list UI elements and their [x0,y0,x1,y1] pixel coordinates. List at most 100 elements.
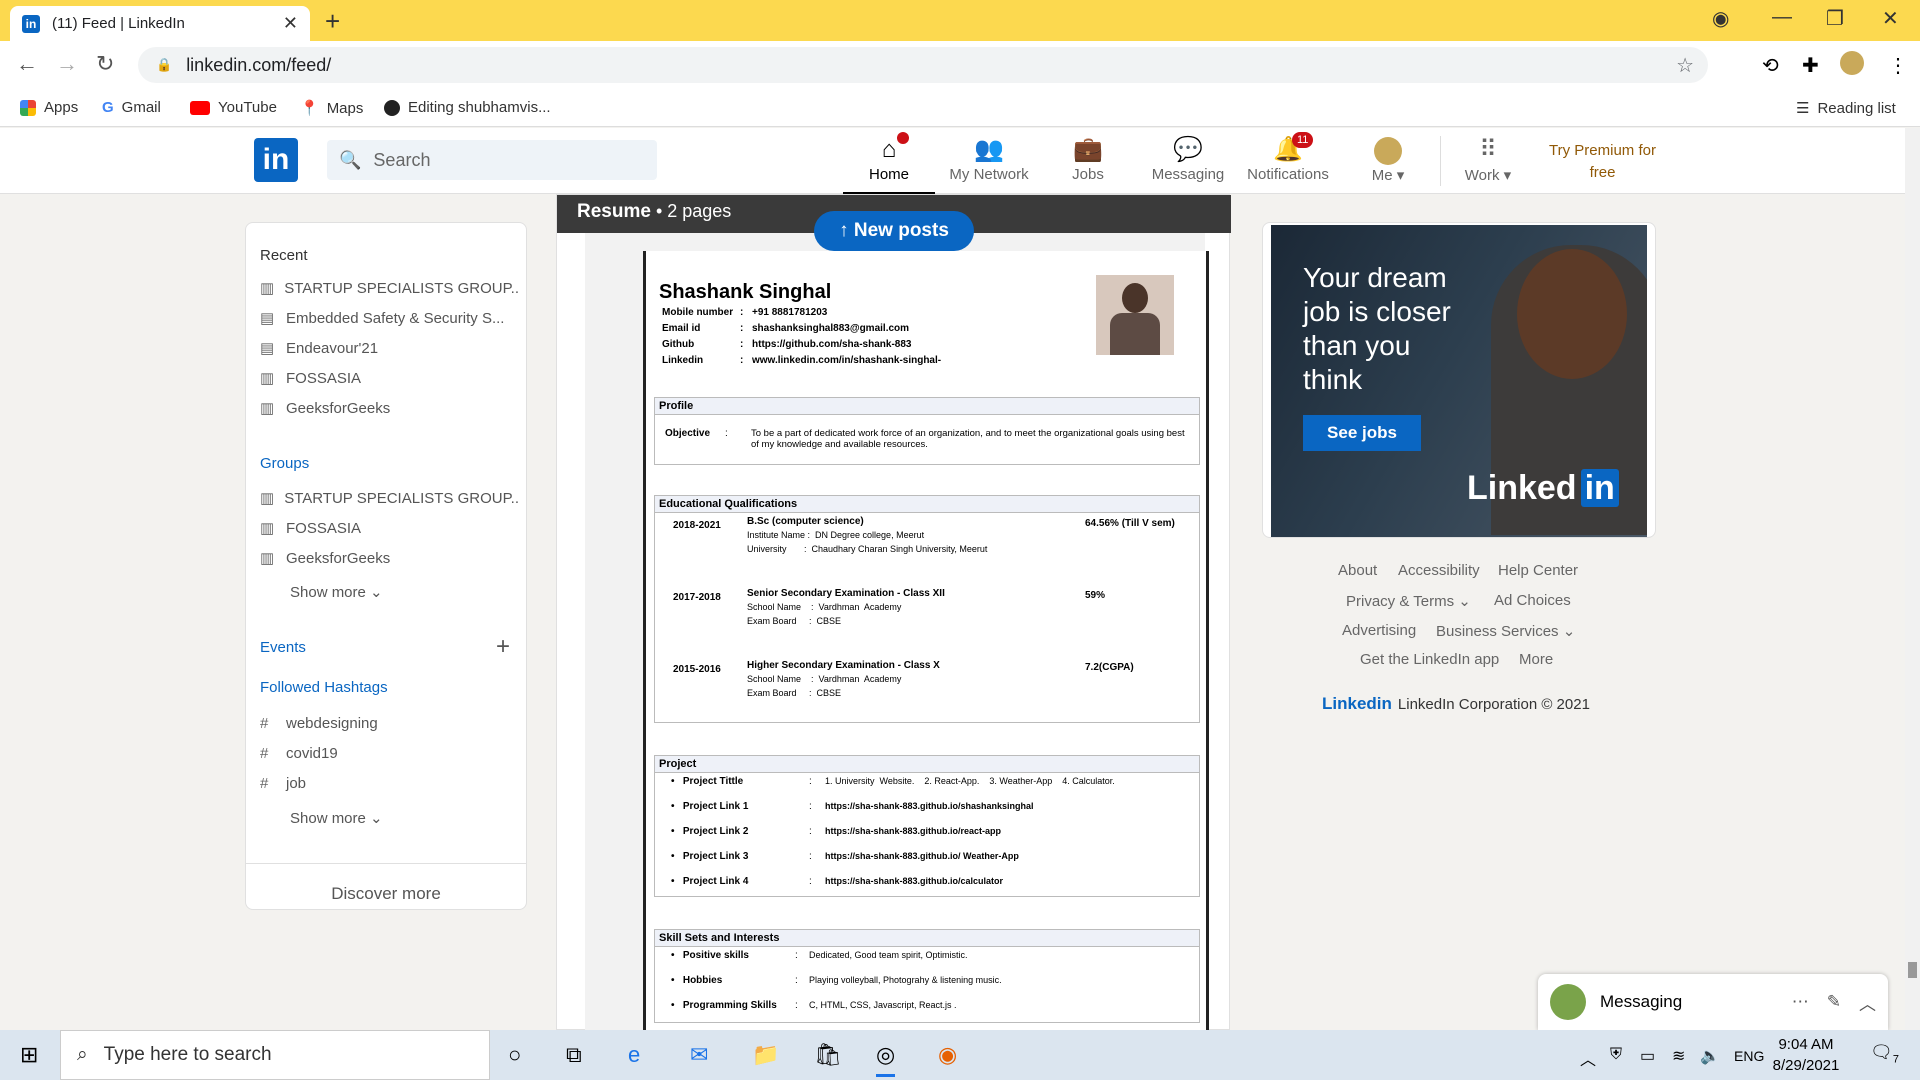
footer-business-services[interactable]: Business Services ⌄ [1436,622,1575,640]
bookmark-maps[interactable]: 📍 Maps [300,99,363,118]
close-tab-icon[interactable]: ✕ [283,13,298,34]
edge-icon[interactable]: e [628,1042,640,1068]
bookmark-gmail[interactable]: G Gmail [102,99,161,116]
section-heading: Project [655,756,1199,773]
events-title[interactable]: Events [260,639,306,656]
profile-avatar[interactable] [1840,51,1864,75]
education-section: Educational Qualifications 2018-2021 B.S… [654,495,1200,723]
forward-icon[interactable]: → [56,51,78,77]
group-item[interactable]: ▥ GeeksforGeeks [260,549,520,568]
footer-about[interactable]: About [1338,562,1377,579]
task-view-icon[interactable]: ⧉ [566,1042,582,1068]
reading-list[interactable]: ☰ Reading list [1796,99,1896,118]
recent-item[interactable]: ▤ Endeavour'21 [260,339,520,358]
back-icon[interactable]: ← [16,51,38,77]
notification-center-icon[interactable]: 🗨7 [1870,1042,1899,1066]
footer-accessibility[interactable]: Accessibility [1398,562,1480,579]
store-icon[interactable]: 🛍 [814,1042,842,1068]
battery-icon[interactable]: ▭ [1640,1046,1655,1066]
footer-privacy-terms[interactable]: Privacy & Terms ⌄ [1346,592,1471,610]
address-bar[interactable]: 🔒 linkedin.com/feed/ ☆ [138,47,1708,83]
bookmark-github[interactable]: Editing shubhamvis... [384,99,551,116]
recent-item[interactable]: ▥ STARTUP SPECIALISTS GROUP... [260,279,520,298]
hashtag-item[interactable]: # webdesigning [260,715,520,732]
language-indicator[interactable]: ENG [1734,1048,1764,1064]
nav-messaging[interactable]: 💬 Messaging [1138,134,1238,183]
linkedin-logo[interactable]: in [254,138,298,182]
cortana-icon[interactable]: ○ [508,1042,521,1068]
nav-notifications[interactable]: 🔔 11 Notifications [1238,132,1338,183]
extensions-puzzle-icon[interactable]: ✚ [1802,53,1819,78]
hashtag-item[interactable]: # job [260,775,520,792]
footer-advertising[interactable]: Advertising [1342,622,1416,639]
clock[interactable]: 9:04 AM 8/29/2021 [1768,1034,1844,1076]
extension-icon[interactable]: ⟲ [1762,53,1779,78]
new-posts-button[interactable]: ↑ New posts [814,211,974,251]
github-icon [384,99,400,116]
bookmark-apps[interactable]: Apps [20,99,78,116]
taskbar-search-input[interactable]: ⌕ Type here to search [60,1030,490,1080]
minimize-icon[interactable]: — [1772,6,1792,29]
nav-home[interactable]: ⌂ Home [839,132,939,194]
messaging-widget[interactable]: Messaging ⋯ ✎ ︿ [1538,974,1888,1030]
nav-my-network[interactable]: 👥 My Network [939,134,1039,183]
chevron-down-icon: ⌄ [370,584,383,601]
nav-work[interactable]: ⠿ Work ▾ [1438,134,1538,184]
calendar-icon: ▤ [260,340,275,357]
bookmark-youtube[interactable]: YouTube [190,99,277,116]
footer-help-center[interactable]: Help Center [1498,562,1578,579]
show-more-groups[interactable]: Show more ⌄ [290,583,383,601]
close-window-icon[interactable]: ✕ [1882,6,1899,31]
reload-icon[interactable]: ↻ [96,51,114,77]
chrome-icon[interactable]: ◎ [876,1042,896,1077]
search-icon: ⌕ [77,1044,88,1065]
footer-more[interactable]: More [1519,651,1553,668]
new-tab-icon[interactable]: + [325,6,340,37]
linkedin-ad-banner[interactable]: Your dream job is closer than you think … [1271,225,1647,537]
footer-ad-choices[interactable]: Ad Choices [1494,592,1571,609]
try-premium-link[interactable]: Try Premium for free [1545,140,1660,184]
chevron-up-icon[interactable]: ︿ [1859,990,1876,1015]
section-heading: Profile [655,398,1199,415]
page-scrollbar[interactable] [1905,128,1920,1030]
footer-get-app[interactable]: Get the LinkedIn app [1360,651,1499,668]
hashtag-item[interactable]: # covid19 [260,745,520,762]
skills-section: Skill Sets and Interests • Positive skil… [654,929,1200,1023]
nav-me[interactable]: Me ▾ [1338,134,1438,184]
group-item[interactable]: ▥ STARTUP SPECIALISTS GROUP... [260,489,520,508]
show-more-hashtags[interactable]: Show more ⌄ [290,809,383,827]
windows-start-icon[interactable]: ⊞ [20,1042,38,1068]
search-input[interactable]: 🔍 Search [327,140,657,180]
see-jobs-button[interactable]: See jobs [1303,415,1421,451]
recent-item[interactable]: ▤ Embedded Safety & Security S... [260,309,520,328]
browser-tab[interactable]: in (11) Feed | LinkedIn ✕ [10,6,310,41]
edu-score: 59% [1085,590,1106,601]
compose-icon[interactable]: ✎ [1827,992,1841,1012]
recent-item[interactable]: ▥ FOSSASIA [260,369,520,388]
hashtags-title[interactable]: Followed Hashtags [260,679,388,696]
volume-icon[interactable]: 🔈 [1700,1046,1720,1066]
add-event-icon[interactable]: + [496,633,510,661]
document-background: Shashank Singhal Mobile number: +91 88817… [585,233,1209,1069]
group-item[interactable]: ▥ FOSSASIA [260,519,520,538]
bookmark-star-icon[interactable]: ☆ [1676,53,1694,78]
groups-title[interactable]: Groups [260,455,309,472]
more-options-icon[interactable]: ⋯ [1792,992,1809,1012]
security-icon[interactable]: ⛨ [1610,1046,1622,1064]
resume-page[interactable]: Shashank Singhal Mobile number: +91 88817… [643,251,1209,1069]
ad-headline: Your dream job is closer than you think [1303,262,1451,395]
url-text: linkedin.com/feed/ [186,54,332,75]
recent-item[interactable]: ▥ GeeksforGeeks [260,399,520,418]
wifi-icon[interactable]: ≋ [1672,1046,1685,1066]
firefox-icon[interactable]: ◉ [938,1042,957,1068]
menu-kebab-icon[interactable]: ⋮ [1888,53,1908,78]
nav-jobs[interactable]: 💼 Jobs [1038,134,1138,183]
maximize-icon[interactable]: ❐ [1826,6,1844,31]
discover-more-button[interactable]: Discover more [246,863,526,911]
file-explorer-icon[interactable]: 📁 [752,1042,779,1068]
mail-icon[interactable]: ✉ [690,1042,708,1068]
tray-chevron-icon[interactable]: ︿ [1580,1046,1596,1070]
search-icon: 🔍 [339,149,362,170]
scrollbar-thumb[interactable] [1908,962,1917,978]
profile-dropdown-icon[interactable]: ◉ [1712,6,1729,31]
